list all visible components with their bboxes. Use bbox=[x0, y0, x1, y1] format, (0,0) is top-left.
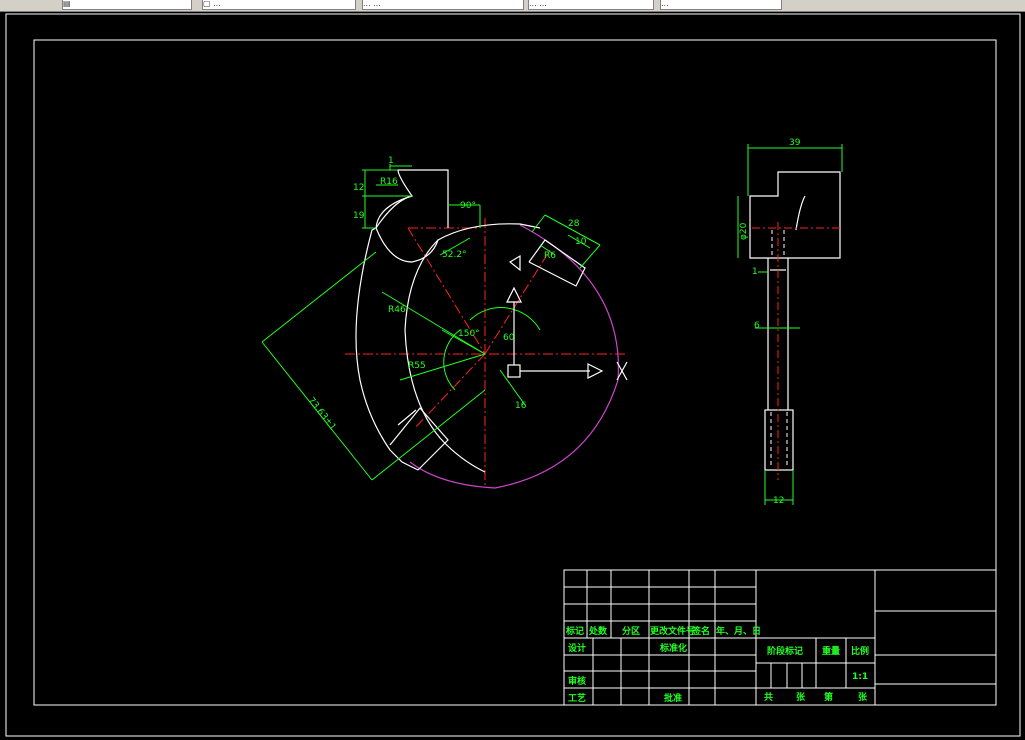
drawing-frame bbox=[33, 39, 997, 706]
tab-4[interactable]: ... ... bbox=[528, 0, 654, 10]
main-dim-lines bbox=[261, 164, 601, 481]
drawing-svg: 1 12 19 R16 90° 52.2° R46 150° 60 R55 16… bbox=[5, 13, 1021, 737]
tb-date: 年、月、日 bbox=[716, 625, 761, 637]
tb-standard: 标准化 bbox=[659, 642, 687, 654]
cad-drawing-canvas[interactable]: 1 12 19 R16 90° 52.2° R46 150° 60 R55 16… bbox=[0, 12, 1025, 740]
side-dim-phi20: φ20 bbox=[739, 222, 749, 240]
tab-1[interactable]: ▤ bbox=[62, 0, 192, 10]
tb-sheets-unit: 张 bbox=[796, 691, 806, 703]
tb-approve: 批准 bbox=[664, 692, 682, 704]
tb-scale: 比例 bbox=[851, 645, 869, 657]
ucs-icon bbox=[506, 286, 628, 381]
dim-90deg: 90° bbox=[460, 201, 476, 211]
dim-73: 73.63±1 bbox=[306, 396, 338, 433]
main-view: 1 12 19 R16 90° 52.2° R46 150° 60 R55 16… bbox=[261, 156, 628, 489]
dim-28: 28 bbox=[568, 219, 580, 229]
side-dim-1: 1 bbox=[752, 267, 758, 277]
tb-scale-value: 1:1 bbox=[852, 672, 868, 682]
tb-zone: 分区 bbox=[622, 625, 640, 637]
tb-change-doc: 更改文件号 bbox=[650, 625, 695, 637]
side-hidden-lines bbox=[770, 230, 788, 468]
dim-r16: R16 bbox=[380, 177, 398, 187]
main-centerlines bbox=[345, 218, 625, 488]
cam-outline bbox=[355, 169, 586, 473]
side-dim-6: 6 bbox=[754, 321, 760, 331]
dim-19: 19 bbox=[353, 211, 365, 221]
tb-signature: 签名 bbox=[691, 625, 710, 637]
tb-count: 处数 bbox=[588, 625, 608, 637]
side-dim-39: 39 bbox=[789, 138, 801, 148]
tb-mark: 标记 bbox=[565, 625, 584, 637]
side-outline bbox=[749, 171, 841, 471]
dim-16: 16 bbox=[515, 401, 527, 411]
window-tabbar: ▤ ▢ ... ... ... ... ... ... bbox=[0, 0, 1025, 12]
tb-design: 设计 bbox=[568, 642, 586, 654]
dim-1-top: 1 bbox=[388, 156, 394, 166]
side-dim-12: 12 bbox=[773, 496, 784, 506]
dim-r46: R46 bbox=[388, 305, 406, 315]
tb-review: 审核 bbox=[568, 675, 586, 687]
tb-process: 工艺 bbox=[568, 692, 586, 704]
side-view: 39 φ20 1 6 12 bbox=[737, 138, 843, 506]
outer-border bbox=[5, 13, 1021, 737]
tb-sheets-total: 共 bbox=[764, 691, 773, 703]
tb-weight: 重量 bbox=[822, 645, 840, 657]
title-block-grid bbox=[563, 569, 997, 706]
dim-52deg: 52.2° bbox=[442, 250, 467, 260]
tab-3[interactable]: ... ... bbox=[362, 0, 524, 10]
tb-sheet-no: 第 bbox=[824, 691, 833, 703]
dim-12: 12 bbox=[353, 183, 364, 193]
tb-sheet-unit: 张 bbox=[858, 691, 868, 703]
dim-60: 60 bbox=[503, 333, 515, 343]
title-block: 标记 处数 分区 更改文件号 签名 年、月、日 设计 标准化 审核 工艺 批准 … bbox=[563, 569, 997, 706]
dim-r55: R55 bbox=[408, 361, 426, 371]
tb-stage-mark: 阶段标记 bbox=[767, 645, 803, 657]
tab-2[interactable]: ▢ ... bbox=[202, 0, 356, 10]
dim-150deg: 150° bbox=[458, 329, 480, 339]
tab-5[interactable]: ... bbox=[660, 0, 782, 10]
dim-10: 10 bbox=[575, 237, 587, 247]
dim-r6: R6 bbox=[544, 251, 556, 261]
